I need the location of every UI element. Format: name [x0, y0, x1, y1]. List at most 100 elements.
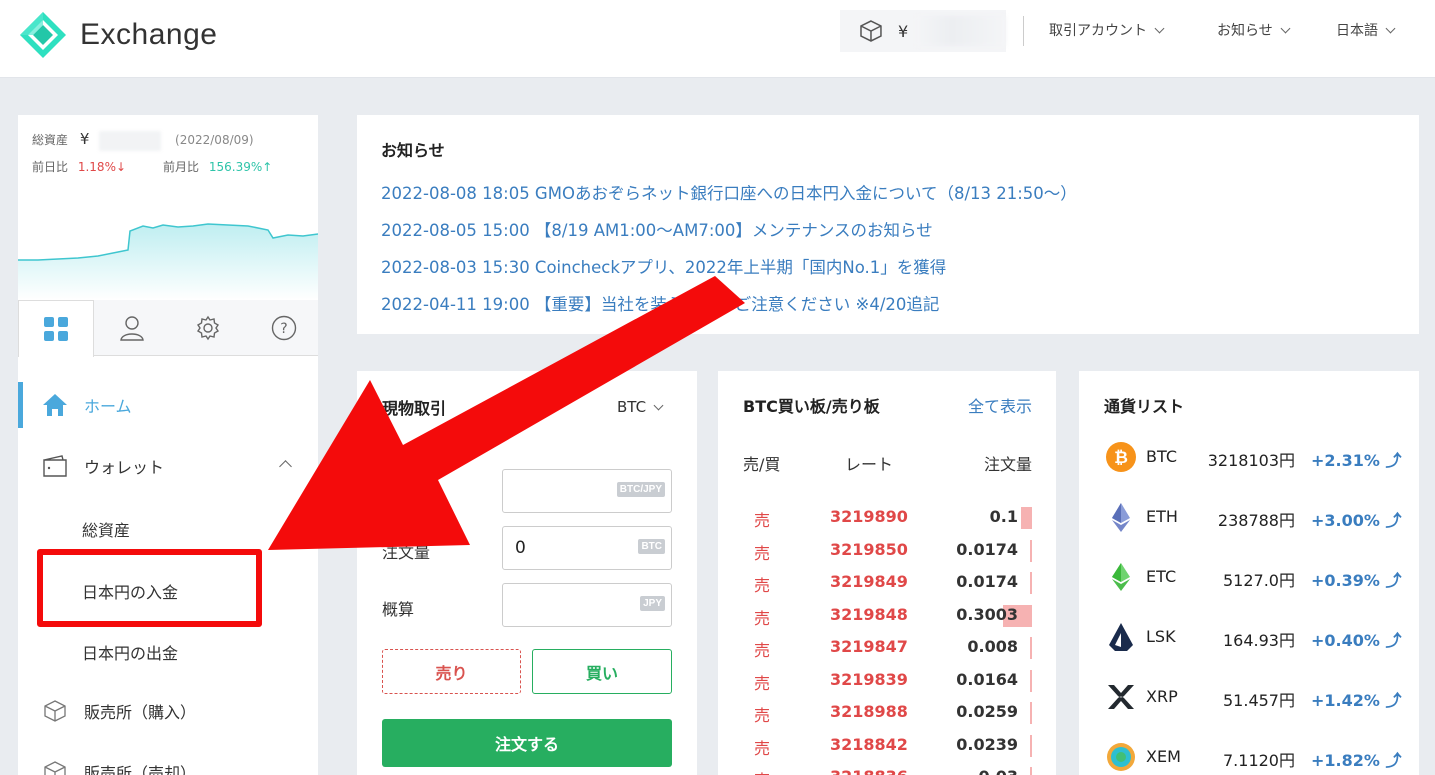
currency-price: 238788円: [1217, 511, 1295, 530]
order-qty: 0.0164: [956, 669, 1018, 689]
menu-news[interactable]: お知らせ: [1217, 20, 1291, 40]
tab-settings[interactable]: [170, 300, 246, 356]
order-side: 売: [754, 706, 771, 725]
depth-bar: [1029, 572, 1032, 594]
depth-bar: [1030, 637, 1032, 659]
rate-input[interactable]: BTC/JPY: [502, 469, 672, 513]
menu-label: 取引アカウント: [1049, 23, 1147, 39]
currency-row-etc[interactable]: ETC 5127.0円 +0.39% ⤴: [1079, 557, 1419, 597]
tab-dashboard[interactable]: [18, 300, 94, 357]
place-order-button[interactable]: 注文する: [382, 719, 672, 767]
order-rate: 3219890: [830, 507, 908, 526]
chevron-down-icon: [1154, 23, 1165, 33]
news-link[interactable]: 2022-08-08 18:05 GMOあおぞらネット銀行口座への日本円入金につ…: [381, 175, 1419, 212]
estimate-unit-badge: JPY: [640, 596, 665, 611]
sell-button[interactable]: 売り: [382, 649, 521, 694]
sidebar-subitem-total-assets[interactable]: 総資産: [82, 517, 130, 541]
sparkline-area: [18, 224, 318, 300]
sidebar-item-label: 販売所（売却）: [84, 764, 197, 775]
qty-input-value: 0: [515, 538, 526, 558]
qty-label: 注文量: [382, 543, 431, 562]
sidebar-item-wallet[interactable]: ウォレット: [18, 446, 318, 486]
home-icon: [43, 394, 67, 416]
order-book-row[interactable]: 売 3218836 0.03: [718, 761, 1056, 775]
order-rate: 3219839: [830, 669, 908, 689]
sidebar-item-label: ウォレット: [84, 458, 165, 477]
pair-select[interactable]: BTC: [617, 398, 664, 416]
xrp-icon: [1105, 681, 1137, 713]
order-book-row[interactable]: 売 3219848 0.3003: [718, 599, 1056, 631]
asset-summary-card: 総資産 ¥ (2022/08/09) 前日比 1.18%↓ 前月比 156.39…: [18, 115, 318, 300]
tab-account[interactable]: [94, 300, 170, 356]
sidebar-item-exchange-sell[interactable]: 販売所（売却）: [18, 752, 318, 775]
qty-input[interactable]: 0 BTC: [502, 526, 672, 570]
lisk-icon: [1105, 621, 1137, 653]
currency-change: +2.31% ⤴: [1311, 451, 1402, 470]
currency-price: 7.1120円: [1223, 751, 1295, 770]
tab-help[interactable]: ?: [246, 300, 322, 356]
order-qty: 0.0239: [956, 734, 1018, 754]
sidebar-item-exchange-buy[interactable]: 販売所（購入）: [18, 691, 318, 731]
order-side: 売: [754, 673, 771, 693]
grid-icon: [44, 317, 68, 341]
chevron-down-icon: [1280, 23, 1291, 33]
coincheck-logo-icon: [20, 12, 66, 58]
order-book-panel: BTC買い板/売り板 全て表示 売/買 レート 注文量 売 3219890 0.1 売…: [718, 371, 1056, 775]
chevron-down-icon: [653, 400, 664, 410]
depth-bar: [1029, 734, 1032, 757]
sidebar-subitem-jpy-withdraw[interactable]: 日本円の出金: [82, 640, 178, 664]
order-side: 売: [754, 767, 770, 775]
news-link[interactable]: 2022-04-11 19:00 【重要】当社を装うSMSにご注意ください ※4…: [381, 286, 1419, 323]
depth-bar: [1029, 539, 1032, 562]
order-qty: 0.0174: [956, 572, 1018, 591]
balance-currency: ¥: [897, 21, 909, 41]
currency-row-lsk[interactable]: LSK 164.93円 +0.40% ⤴: [1079, 617, 1419, 657]
sidebar-tabbar: ?: [18, 300, 318, 357]
news-link[interactable]: 2022-08-03 15:30 Coincheckアプリ、2022年上半期「国…: [381, 249, 1419, 286]
sidebar-item-home[interactable]: ホーム: [18, 385, 318, 425]
sidebar-item-label: ホーム: [84, 397, 132, 416]
estimate-label: 概算: [382, 600, 415, 619]
top-header: Exchange ¥ 取引アカウント お知らせ 日本語: [0, 0, 1435, 78]
svg-text:?: ?: [280, 321, 287, 337]
buy-button[interactable]: 買い: [532, 649, 672, 694]
col-header-qty: 注文量: [983, 455, 1032, 474]
order-book-row[interactable]: 売 3218842 0.0239: [718, 729, 1056, 761]
currency-row-xrp[interactable]: XRP 51.457円 +1.42% ⤴: [1079, 677, 1419, 717]
currency-change: +0.40% ⤴: [1311, 631, 1402, 650]
currency-row-xem[interactable]: XEM 7.1120円 +1.82% ⤴: [1079, 737, 1419, 775]
menu-trading-account[interactable]: 取引アカウント: [1049, 20, 1165, 40]
currency-list-title: 通貨リスト: [1104, 397, 1185, 416]
news-link[interactable]: 2022-08-05 15:00 【8/19 AM1:00～AM7:00】メンテ…: [381, 212, 1419, 249]
order-qty: 0.0259: [956, 702, 1018, 721]
order-side: 売: [754, 511, 771, 530]
order-book-row[interactable]: 売 3219849 0.0174: [718, 566, 1056, 598]
order-book-row[interactable]: 売 3219839 0.0164: [718, 664, 1056, 696]
trade-title: 現物取引: [382, 399, 447, 418]
order-book-row[interactable]: 売 3218988 0.0259: [718, 696, 1056, 728]
menu-language[interactable]: 日本語: [1336, 20, 1396, 40]
currency-row-btc[interactable]: ₿ BTC 3218103円 +2.31% ⤴: [1079, 437, 1419, 477]
total-assets-row: 総資産 ¥ (2022/08/09): [32, 130, 254, 151]
estimate-input[interactable]: JPY: [502, 583, 672, 627]
order-book-title: BTC買い板/売り板: [743, 397, 880, 416]
col-header-rate: レート: [845, 455, 894, 474]
assets-date: (2022/08/09): [175, 133, 254, 147]
currency-price: 5127.0円: [1223, 571, 1295, 590]
ethereum-classic-icon: [1105, 561, 1137, 593]
currency-price: 3218103円: [1207, 451, 1295, 470]
order-book-row[interactable]: 売 3219890 0.1: [718, 501, 1056, 533]
balance-display[interactable]: ¥: [840, 10, 1006, 52]
sidebar-nav: ? ホーム ウォレット 総資産 日本円の入金 日本円の出金 販売所（購入） 販売…: [18, 300, 318, 775]
order-book-row[interactable]: 売 3219850 0.0174: [718, 534, 1056, 566]
chevron-up-icon[interactable]: [279, 460, 292, 473]
currency-symbol: XEM: [1146, 747, 1181, 766]
order-side: 売: [754, 641, 771, 660]
day-change-label: 前日比: [32, 160, 69, 174]
currency-row-eth[interactable]: ETH 238788円 +3.00% ⤴: [1079, 497, 1419, 537]
menu-label: お知らせ: [1217, 23, 1273, 39]
day-change-row: 前日比 1.18%↓: [32, 158, 126, 175]
exchange-logo[interactable]: Exchange: [18, 10, 217, 60]
order-book-row[interactable]: 売 3219847 0.008: [718, 631, 1056, 663]
show-all-link[interactable]: 全て表示: [968, 393, 1032, 417]
